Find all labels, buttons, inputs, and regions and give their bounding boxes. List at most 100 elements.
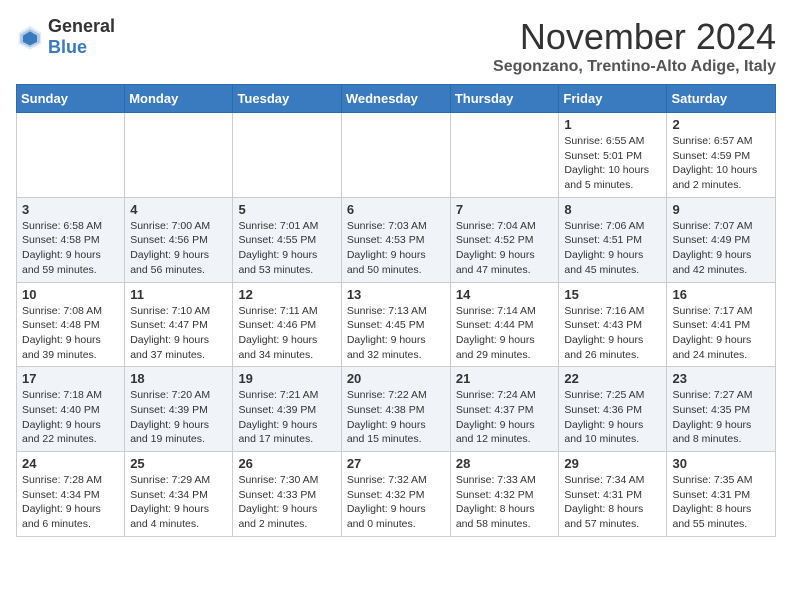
day-number: 6 [347, 202, 445, 217]
calendar-cell: 28 Sunrise: 7:33 AM Sunset: 4:32 PM Dayli… [450, 452, 559, 537]
calendar-cell: 3 Sunrise: 6:58 AM Sunset: 4:58 PM Daylig… [17, 197, 125, 282]
day-info: Sunrise: 7:22 AM Sunset: 4:38 PM Dayligh… [347, 388, 445, 447]
day-number: 26 [238, 456, 335, 471]
day-number: 24 [22, 456, 119, 471]
calendar-week-row: 17 Sunrise: 7:18 AM Sunset: 4:40 PM Dayli… [17, 367, 776, 452]
logo: General Blue [16, 16, 115, 58]
header-tuesday: Tuesday [233, 85, 341, 113]
calendar-cell: 2Sunrise: 6:57 AM Sunset: 4:59 PM Daylig… [667, 113, 776, 198]
day-info: Sunrise: 7:24 AM Sunset: 4:37 PM Dayligh… [456, 388, 554, 447]
day-number: 20 [347, 371, 445, 386]
day-number: 5 [238, 202, 335, 217]
calendar-cell: 18 Sunrise: 7:20 AM Sunset: 4:39 PM Dayli… [125, 367, 233, 452]
day-number: 3 [22, 202, 119, 217]
day-info: Sunrise: 7:30 AM Sunset: 4:33 PM Dayligh… [238, 473, 335, 532]
calendar-cell: 13 Sunrise: 7:13 AM Sunset: 4:45 PM Dayli… [341, 282, 450, 367]
day-number: 22 [564, 371, 661, 386]
header-wednesday: Wednesday [341, 85, 450, 113]
calendar-cell: 15 Sunrise: 7:16 AM Sunset: 4:43 PM Dayli… [559, 282, 667, 367]
day-info: Sunrise: 7:06 AM Sunset: 4:51 PM Dayligh… [564, 219, 661, 278]
day-info: Sunrise: 7:00 AM Sunset: 4:56 PM Dayligh… [130, 219, 227, 278]
calendar-cell: 25 Sunrise: 7:29 AM Sunset: 4:34 PM Dayli… [125, 452, 233, 537]
day-info: Sunrise: 7:29 AM Sunset: 4:34 PM Dayligh… [130, 473, 227, 532]
day-number: 11 [130, 287, 227, 302]
day-number: 29 [564, 456, 661, 471]
day-info: Sunrise: 7:20 AM Sunset: 4:39 PM Dayligh… [130, 388, 227, 447]
day-info: Sunrise: 7:16 AM Sunset: 4:43 PM Dayligh… [564, 304, 661, 363]
header: General Blue November 2024 Segonzano, Tr… [16, 16, 776, 76]
day-number: 2 [672, 117, 770, 132]
day-info: Sunrise: 7:07 AM Sunset: 4:49 PM Dayligh… [672, 219, 770, 278]
day-info: Sunrise: 7:28 AM Sunset: 4:34 PM Dayligh… [22, 473, 119, 532]
calendar-cell: 8 Sunrise: 7:06 AM Sunset: 4:51 PM Daylig… [559, 197, 667, 282]
calendar-cell: 23 Sunrise: 7:27 AM Sunset: 4:35 PM Dayli… [667, 367, 776, 452]
calendar-week-row: 1Sunrise: 6:55 AM Sunset: 5:01 PM Daylig… [17, 113, 776, 198]
day-number: 21 [456, 371, 554, 386]
calendar-cell: 12Sunrise: 7:11 AM Sunset: 4:46 PM Dayli… [233, 282, 341, 367]
logo-text: General Blue [48, 16, 115, 58]
calendar-cell: 24 Sunrise: 7:28 AM Sunset: 4:34 PM Dayli… [17, 452, 125, 537]
calendar-cell: 22 Sunrise: 7:25 AM Sunset: 4:36 PM Dayli… [559, 367, 667, 452]
day-info: Sunrise: 7:13 AM Sunset: 4:45 PM Dayligh… [347, 304, 445, 363]
day-number: 8 [564, 202, 661, 217]
day-number: 28 [456, 456, 554, 471]
day-number: 18 [130, 371, 227, 386]
day-info: Sunrise: 7:14 AM Sunset: 4:44 PM Dayligh… [456, 304, 554, 363]
calendar-cell: 11 Sunrise: 7:10 AM Sunset: 4:47 PM Dayli… [125, 282, 233, 367]
calendar-cell: 30 Sunrise: 7:35 AM Sunset: 4:31 PM Dayli… [667, 452, 776, 537]
day-info: Sunrise: 7:33 AM Sunset: 4:32 PM Dayligh… [456, 473, 554, 532]
day-number: 1 [564, 117, 661, 132]
calendar-cell: 17 Sunrise: 7:18 AM Sunset: 4:40 PM Dayli… [17, 367, 125, 452]
month-title: November 2024 [493, 16, 776, 58]
day-info: Sunrise: 7:25 AM Sunset: 4:36 PM Dayligh… [564, 388, 661, 447]
day-number: 25 [130, 456, 227, 471]
day-number: 15 [564, 287, 661, 302]
calendar-cell: 9 Sunrise: 7:07 AM Sunset: 4:49 PM Daylig… [667, 197, 776, 282]
calendar-cell: 1Sunrise: 6:55 AM Sunset: 5:01 PM Daylig… [559, 113, 667, 198]
day-info: Sunrise: 7:17 AM Sunset: 4:41 PM Dayligh… [672, 304, 770, 363]
logo-blue: Blue [48, 37, 87, 57]
calendar-cell [341, 113, 450, 198]
day-number: 4 [130, 202, 227, 217]
calendar-cell: 26 Sunrise: 7:30 AM Sunset: 4:33 PM Dayli… [233, 452, 341, 537]
day-number: 12 [238, 287, 335, 302]
day-number: 19 [238, 371, 335, 386]
calendar-cell: 29 Sunrise: 7:34 AM Sunset: 4:31 PM Dayli… [559, 452, 667, 537]
day-info: Sunrise: 7:08 AM Sunset: 4:48 PM Dayligh… [22, 304, 119, 363]
day-info: Sunrise: 7:32 AM Sunset: 4:32 PM Dayligh… [347, 473, 445, 532]
header-thursday: Thursday [450, 85, 559, 113]
calendar-cell [17, 113, 125, 198]
title-area: November 2024 Segonzano, Trentino-Alto A… [493, 16, 776, 76]
day-info: Sunrise: 7:27 AM Sunset: 4:35 PM Dayligh… [672, 388, 770, 447]
calendar-cell: 6Sunrise: 7:03 AM Sunset: 4:53 PM Daylig… [341, 197, 450, 282]
calendar-week-row: 24 Sunrise: 7:28 AM Sunset: 4:34 PM Dayli… [17, 452, 776, 537]
header-sunday: Sunday [17, 85, 125, 113]
calendar-cell: 7Sunrise: 7:04 AM Sunset: 4:52 PM Daylig… [450, 197, 559, 282]
day-info: Sunrise: 7:35 AM Sunset: 4:31 PM Dayligh… [672, 473, 770, 532]
calendar-cell: 4 Sunrise: 7:00 AM Sunset: 4:56 PM Daylig… [125, 197, 233, 282]
calendar-week-row: 10Sunrise: 7:08 AM Sunset: 4:48 PM Dayli… [17, 282, 776, 367]
calendar-cell: 20 Sunrise: 7:22 AM Sunset: 4:38 PM Dayli… [341, 367, 450, 452]
calendar-cell [125, 113, 233, 198]
header-friday: Friday [559, 85, 667, 113]
day-info: Sunrise: 7:01 AM Sunset: 4:55 PM Dayligh… [238, 219, 335, 278]
day-number: 13 [347, 287, 445, 302]
day-number: 14 [456, 287, 554, 302]
day-number: 30 [672, 456, 770, 471]
header-saturday: Saturday [667, 85, 776, 113]
calendar-cell: 16Sunrise: 7:17 AM Sunset: 4:41 PM Dayli… [667, 282, 776, 367]
logo-icon [16, 23, 44, 51]
calendar-week-row: 3 Sunrise: 6:58 AM Sunset: 4:58 PM Daylig… [17, 197, 776, 282]
day-info: Sunrise: 7:34 AM Sunset: 4:31 PM Dayligh… [564, 473, 661, 532]
day-info: Sunrise: 7:18 AM Sunset: 4:40 PM Dayligh… [22, 388, 119, 447]
day-number: 17 [22, 371, 119, 386]
day-number: 9 [672, 202, 770, 217]
calendar-cell: 5 Sunrise: 7:01 AM Sunset: 4:55 PM Daylig… [233, 197, 341, 282]
day-number: 23 [672, 371, 770, 386]
calendar-body: 1Sunrise: 6:55 AM Sunset: 5:01 PM Daylig… [17, 113, 776, 537]
day-info: Sunrise: 7:10 AM Sunset: 4:47 PM Dayligh… [130, 304, 227, 363]
day-info: Sunrise: 6:58 AM Sunset: 4:58 PM Dayligh… [22, 219, 119, 278]
day-number: 27 [347, 456, 445, 471]
calendar-header-row: SundayMondayTuesdayWednesdayThursdayFrid… [17, 85, 776, 113]
location-title: Segonzano, Trentino-Alto Adige, Italy [493, 58, 776, 76]
